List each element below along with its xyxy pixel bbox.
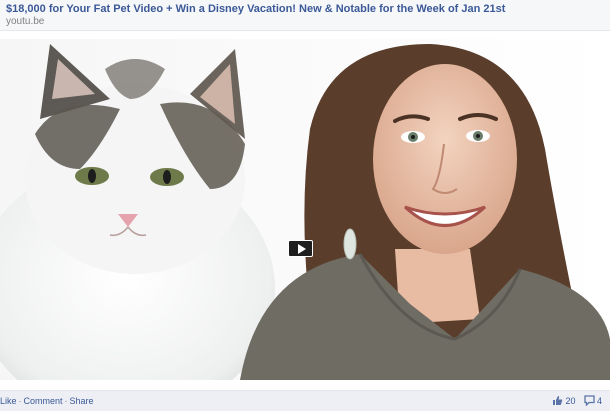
comment-link[interactable]: Comment xyxy=(24,396,63,406)
link-preview-header: $18,000 for Your Fat Pet Video + Win a D… xyxy=(0,0,610,31)
post-stats: 20 4 xyxy=(546,395,602,407)
post-actions: Like · Comment · Share xyxy=(0,396,94,406)
like-count-stat[interactable]: 20 xyxy=(552,395,575,406)
thumbs-up-icon xyxy=(553,396,563,405)
comment-bubble-icon xyxy=(584,395,595,407)
separator: · xyxy=(64,396,68,406)
like-link[interactable]: Like xyxy=(0,396,17,406)
link-title[interactable]: $18,000 for Your Fat Pet Video + Win a D… xyxy=(6,3,505,15)
separator: · xyxy=(18,396,22,406)
video-still-image xyxy=(0,39,610,380)
link-domain: youtu.be xyxy=(6,16,45,27)
play-icon xyxy=(298,244,306,254)
like-count: 20 xyxy=(565,396,576,406)
comment-count: 4 xyxy=(596,396,602,406)
post-actions-bar: Like · Comment · Share 20 4 xyxy=(0,390,610,411)
share-link[interactable]: Share xyxy=(70,396,94,406)
video-thumbnail[interactable] xyxy=(0,39,610,380)
play-button[interactable] xyxy=(288,240,313,257)
comment-count-stat[interactable]: 4 xyxy=(584,395,602,407)
